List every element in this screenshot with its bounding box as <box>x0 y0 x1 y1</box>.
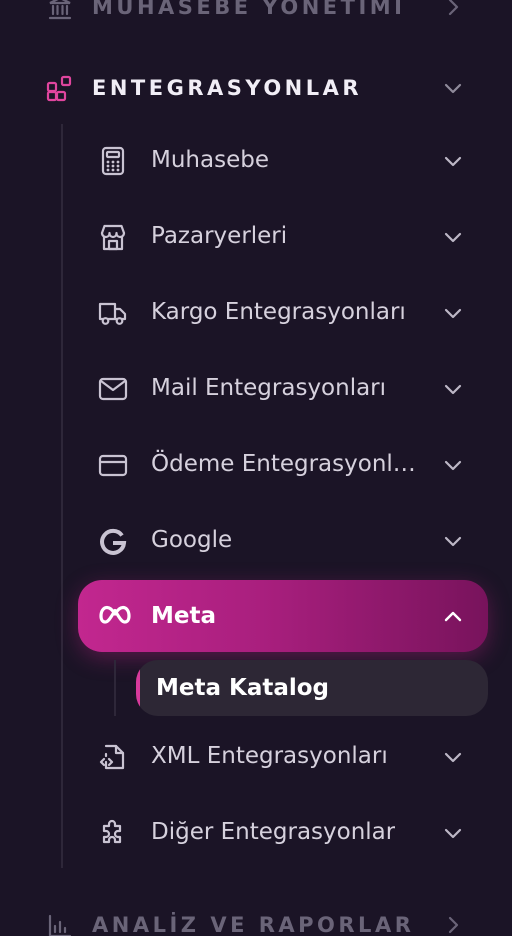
bar-chart-icon <box>46 912 74 936</box>
xml-file-icon <box>98 742 128 772</box>
nav-item-label: Meta <box>151 603 217 629</box>
chevron-down-icon <box>442 530 464 552</box>
section-integrations[interactable]: ENTEGRASYONLAR <box>0 63 512 113</box>
nav-item-label: Google <box>151 527 233 553</box>
active-indicator <box>136 660 140 716</box>
nav-item-muhasebe[interactable]: Muhasebe <box>78 124 488 196</box>
chevron-down-icon <box>442 226 464 248</box>
chevron-down-icon <box>442 378 464 400</box>
storefront-icon <box>98 222 128 252</box>
nav-item-google[interactable]: Google <box>78 504 488 576</box>
chevron-down-icon <box>442 746 464 768</box>
puzzle-icon <box>98 818 128 848</box>
section-label: ENTEGRASYONLAR <box>92 76 363 100</box>
nav-item-mail[interactable]: Mail Entegrasyonları <box>78 352 488 424</box>
nav-item-label: Pazaryerleri <box>151 223 288 249</box>
chevron-down-icon <box>442 454 464 476</box>
section-label: ANALİZ VE RAPORLAR <box>92 913 415 936</box>
chevron-down-icon <box>442 150 464 172</box>
nav-item-label: Mail Entegrasyonları <box>151 375 387 401</box>
submenu-item-label: Meta Katalog <box>156 675 330 701</box>
bank-icon <box>46 0 74 22</box>
submenu-guide-line <box>114 660 116 716</box>
nav-item-kargo[interactable]: Kargo Entegrasyonları <box>78 276 488 348</box>
chevron-down-icon <box>442 302 464 324</box>
chevron-down-icon <box>442 77 464 99</box>
chevron-right-icon <box>442 0 464 18</box>
credit-card-icon <box>98 450 128 480</box>
section-accounting[interactable]: MUHASEBE YÖNETİMİ <box>0 0 512 32</box>
google-icon <box>98 526 128 556</box>
calculator-icon <box>98 146 128 176</box>
blocks-icon <box>46 75 74 103</box>
section-label: MUHASEBE YÖNETİMİ <box>92 0 406 19</box>
nav-item-xml[interactable]: XML Entegrasyonları <box>78 720 488 792</box>
section-reports[interactable]: ANALİZ VE RAPORLAR <box>0 900 512 936</box>
nav-item-diger[interactable]: Diğer Entegrasyonlar <box>78 796 488 868</box>
nav-item-label: Kargo Entegrasyonları <box>151 299 406 325</box>
nav-item-label: XML Entegrasyonları <box>151 743 388 769</box>
nav-item-label: Diğer Entegrasyonlar <box>151 819 396 845</box>
tree-guide-line <box>61 124 63 868</box>
sidebar: MUHASEBE YÖNETİMİ ENTEGRASYONLAR Muhaseb… <box>0 0 512 936</box>
nav-item-pazaryerleri[interactable]: Pazaryerleri <box>78 200 488 272</box>
chevron-down-icon <box>442 822 464 844</box>
truck-icon <box>98 298 128 328</box>
nav-item-label: Muhasebe <box>151 147 269 173</box>
chevron-up-icon <box>442 606 464 628</box>
submenu-item-meta-katalog[interactable]: Meta Katalog <box>136 660 488 716</box>
mail-icon <box>98 374 128 404</box>
nav-item-label: Ödeme Entegrasyonları <box>151 451 419 477</box>
nav-item-meta[interactable]: Meta <box>78 580 488 652</box>
chevron-right-icon <box>442 914 464 936</box>
meta-icon <box>98 602 131 632</box>
nav-item-odeme[interactable]: Ödeme Entegrasyonları <box>78 428 488 500</box>
